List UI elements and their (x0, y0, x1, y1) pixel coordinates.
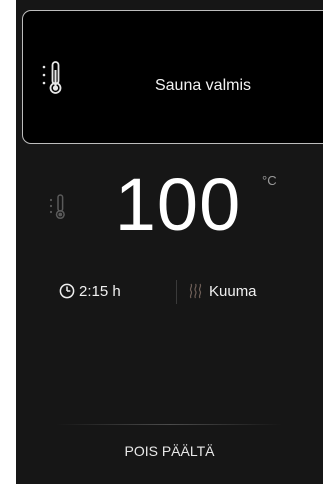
sauna-control-screen: Sauna valmis 100 °C 2:15 h Kuuma POIS PÄ… (16, 0, 323, 484)
heat-mode: Kuuma (209, 283, 257, 300)
turn-off-button[interactable]: POIS PÄÄLTÄ (76, 428, 263, 474)
status-card[interactable]: Sauna valmis (22, 10, 323, 144)
clock-icon (59, 283, 75, 304)
button-divider (56, 424, 283, 425)
heat-waves-icon (188, 283, 204, 304)
session-info: 2:15 h Kuuma (16, 280, 323, 304)
thermometer-icon (41, 61, 67, 100)
status-label: Sauna valmis (154, 77, 252, 94)
temperature-display: 100 °C (16, 160, 323, 250)
info-divider (176, 280, 177, 304)
temperature-value: 100 (114, 163, 242, 246)
session-time: 2:15 h (79, 283, 121, 300)
thermometer-icon (48, 194, 68, 225)
temperature-unit: °C (262, 173, 277, 188)
